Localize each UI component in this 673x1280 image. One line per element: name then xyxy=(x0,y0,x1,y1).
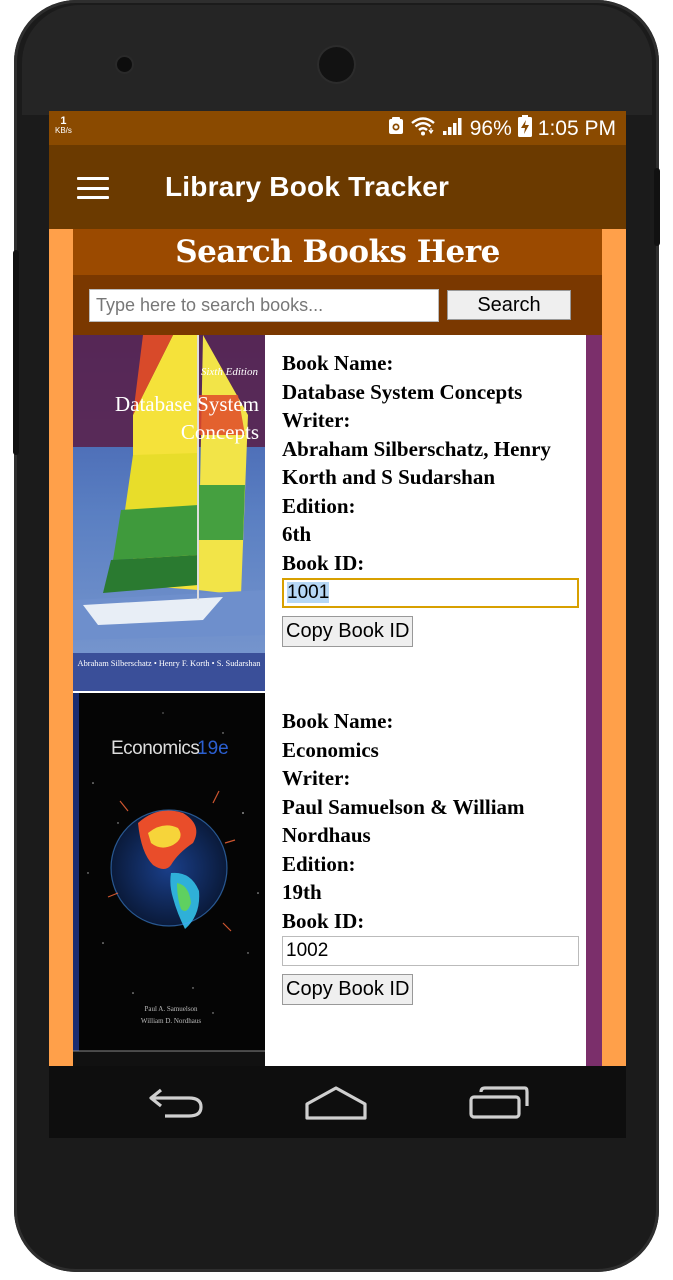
edition-label: Edition: xyxy=(282,493,356,518)
book-id-value: 1001 xyxy=(287,582,330,603)
main-content: Search Books Here Type here to search bo… xyxy=(73,229,602,1066)
book-card: Sixth Edition Database System Concepts A… xyxy=(73,335,586,693)
wifi-icon xyxy=(410,116,436,142)
book-id-label: Book ID: xyxy=(282,550,365,575)
edition-value: 19th xyxy=(282,880,322,904)
network-speed: 1 KB/s xyxy=(55,116,72,136)
search-input[interactable]: Type here to search books... xyxy=(89,289,439,322)
status-icons: 96% 1:05 PM xyxy=(388,115,616,143)
book-name-label: Book Name: xyxy=(282,351,394,375)
book-cover-image: Economics 19e Paul A. Samuelson William … xyxy=(73,693,265,1066)
signal-icon xyxy=(442,116,464,142)
cover-author-2: William D. Nordhaus xyxy=(141,1017,201,1025)
cover-title-line2: Concepts xyxy=(181,420,259,444)
book-id-field[interactable]: 1002 xyxy=(282,936,579,966)
edition-value: 6th xyxy=(282,522,312,546)
book-info: Book Name: Economics Writer: Paul Samuel… xyxy=(282,707,582,1005)
back-icon[interactable] xyxy=(145,1084,207,1124)
book-info: Book Name: Database System Concepts Writ… xyxy=(282,349,582,647)
cover-authors: Abraham Silberschatz • Henry F. Korth • … xyxy=(78,659,262,668)
cover-title-line1: Database System xyxy=(115,392,259,416)
search-heading: Search Books Here xyxy=(73,229,602,275)
book-id-field[interactable]: 1001 xyxy=(282,578,579,608)
edition-label: Edition: xyxy=(282,851,356,876)
book-name-value: Database System Concepts xyxy=(282,379,523,404)
book-card: Economics 19e Paul A. Samuelson William … xyxy=(73,693,586,1066)
writer-label: Writer: xyxy=(282,766,351,790)
book-name-value: Economics xyxy=(282,737,379,762)
volume-button xyxy=(13,250,19,455)
cover-author-1: Paul A. Samuelson xyxy=(144,1005,198,1013)
book-cover-image: Sixth Edition Database System Concepts A… xyxy=(73,335,265,691)
power-button xyxy=(654,168,660,246)
home-icon[interactable] xyxy=(303,1084,369,1126)
battery-charging-icon xyxy=(517,115,532,143)
screen: 1 KB/s 96% 1:05 PM Library Book Tracker xyxy=(49,111,626,1066)
cover-title: Economics xyxy=(111,738,199,759)
book-name-label: Book Name: xyxy=(282,709,394,733)
earpiece-speaker xyxy=(319,47,354,82)
copy-book-id-button[interactable]: Copy Book ID xyxy=(282,974,414,1005)
search-button[interactable]: Search xyxy=(447,290,571,320)
writer-value: Paul Samuelson & William Nordhaus xyxy=(282,794,525,848)
network-speed-unit: KB/s xyxy=(55,126,72,135)
app-bar: Library Book Tracker xyxy=(49,145,626,229)
scroll-accent-bar xyxy=(586,335,602,1066)
copy-book-id-button[interactable]: Copy Book ID xyxy=(282,616,414,647)
front-camera xyxy=(117,57,132,72)
cover-edition-text: Sixth Edition xyxy=(201,366,259,378)
status-bar: 1 KB/s 96% 1:05 PM xyxy=(49,111,626,145)
app-title: Library Book Tracker xyxy=(165,171,450,202)
hamburger-menu-icon[interactable] xyxy=(77,177,109,199)
search-row: Type here to search books... Search xyxy=(73,275,602,335)
cover-edition-text: 19e xyxy=(197,738,229,759)
book-id-label: Book ID: xyxy=(282,908,365,933)
navigation-bar xyxy=(49,1066,626,1138)
writer-value: Abraham Silberschatz, Henry Korth and S … xyxy=(282,436,551,490)
writer-label: Writer: xyxy=(282,408,351,432)
battery-percent: 96% xyxy=(469,117,512,140)
book-id-value: 1002 xyxy=(286,940,329,961)
recents-icon[interactable] xyxy=(467,1084,531,1126)
screenshot-icon xyxy=(388,117,404,141)
clock: 1:05 PM xyxy=(537,117,616,140)
